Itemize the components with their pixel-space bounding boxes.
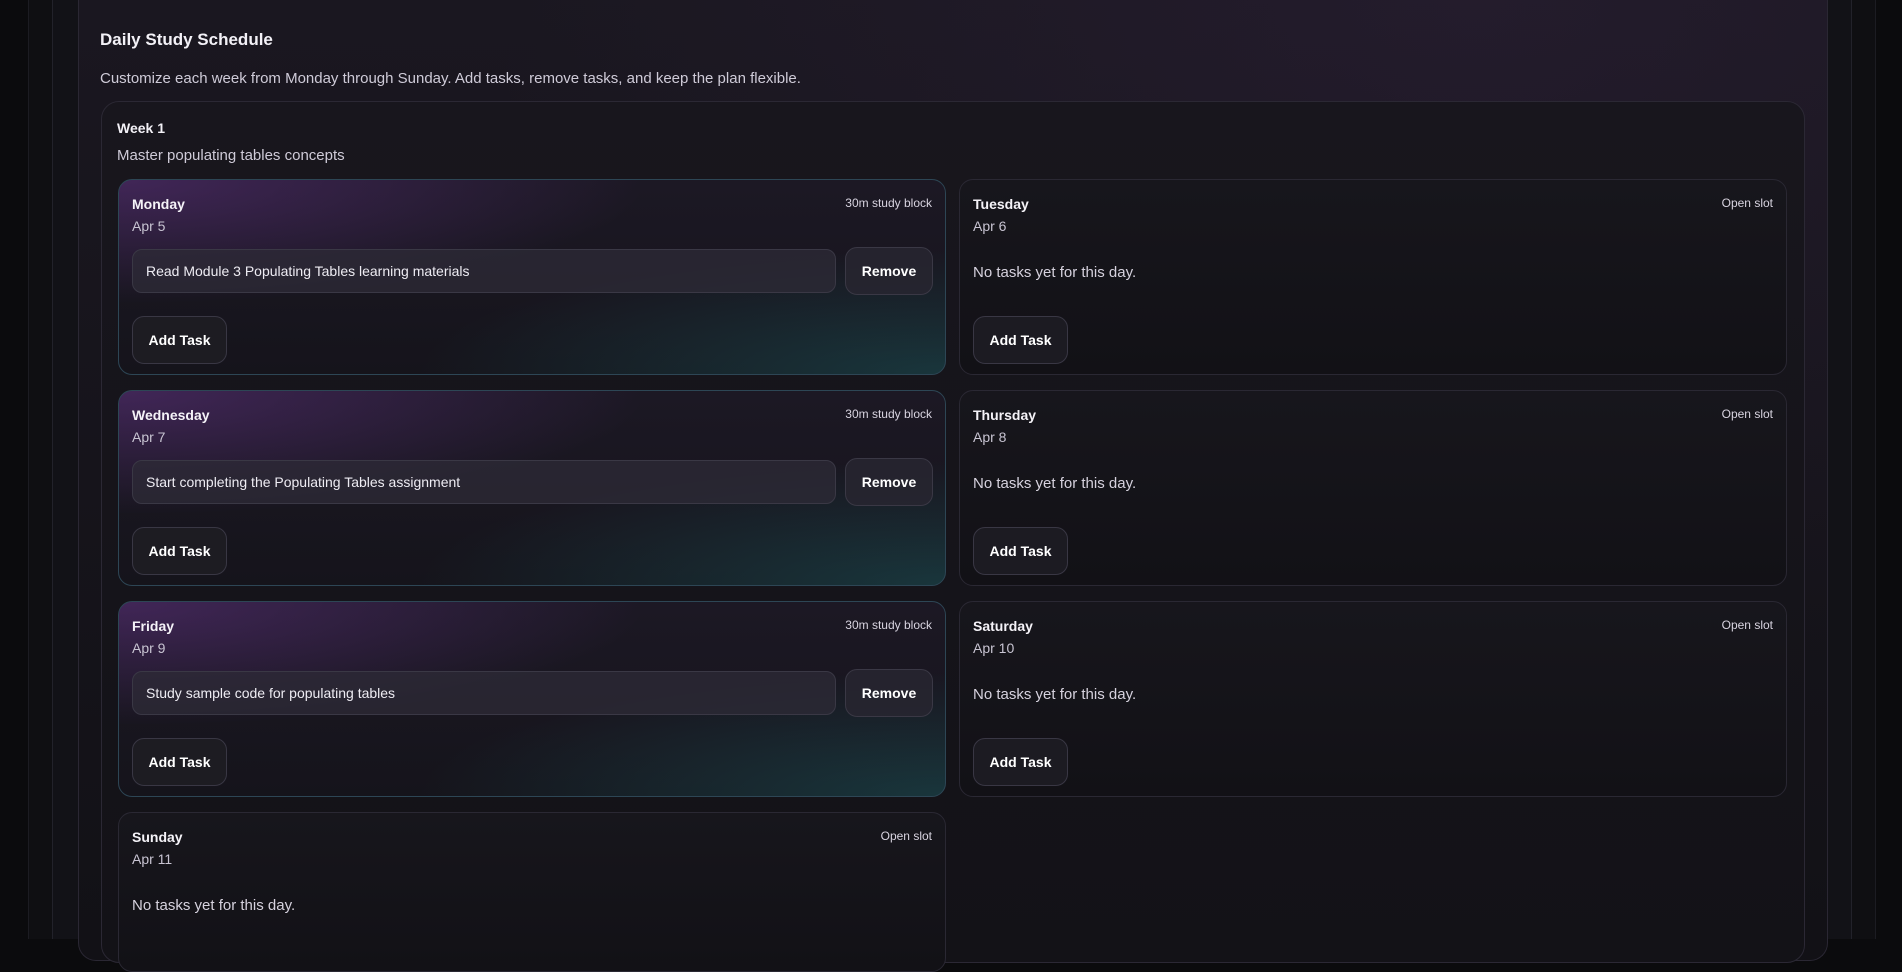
- week-goal: Master populating tables concepts: [117, 147, 345, 164]
- day-card-wednesday: Wednesday Apr 7 30m study block Remove A…: [118, 390, 946, 586]
- add-task-button[interactable]: Add Task: [973, 316, 1068, 364]
- day-name: Saturday: [973, 618, 1033, 634]
- day-date: Apr 11: [132, 851, 173, 867]
- day-status-badge: Open slot: [1721, 196, 1773, 210]
- schedule-description: Customize each week from Monday through …: [100, 70, 801, 87]
- add-task-button[interactable]: Add Task: [132, 316, 227, 364]
- task-input[interactable]: [132, 460, 836, 504]
- day-status-badge: 30m study block: [845, 618, 932, 632]
- day-status-badge: 30m study block: [845, 407, 932, 421]
- day-name: Tuesday: [973, 196, 1029, 212]
- day-date: Apr 10: [973, 640, 1015, 656]
- day-date: Apr 6: [973, 218, 1007, 234]
- day-card-tuesday: Tuesday Apr 6 Open slot No tasks yet for…: [959, 179, 1787, 375]
- add-task-button[interactable]: Add Task: [132, 738, 227, 786]
- day-date: Apr 5: [132, 218, 166, 234]
- day-date: Apr 7: [132, 429, 166, 445]
- add-task-button[interactable]: Add Task: [973, 527, 1068, 575]
- empty-day-message: No tasks yet for this day.: [973, 264, 1137, 281]
- day-name: Friday: [132, 618, 175, 634]
- day-card-saturday: Saturday Apr 10 Open slot No tasks yet f…: [959, 601, 1787, 797]
- day-card-friday: Friday Apr 9 30m study block Remove Add …: [118, 601, 946, 797]
- empty-day-message: No tasks yet for this day.: [973, 686, 1137, 703]
- day-name: Wednesday: [132, 407, 210, 423]
- remove-task-button[interactable]: Remove: [845, 669, 933, 717]
- empty-day-message: No tasks yet for this day.: [973, 475, 1137, 492]
- day-name: Thursday: [973, 407, 1037, 423]
- day-status-badge: 30m study block: [845, 196, 932, 210]
- day-status-badge: Open slot: [1721, 407, 1773, 421]
- add-task-button[interactable]: Add Task: [973, 738, 1068, 786]
- task-input[interactable]: [132, 249, 836, 293]
- day-card-thursday: Thursday Apr 8 Open slot No tasks yet fo…: [959, 390, 1787, 586]
- day-status-badge: Open slot: [880, 829, 932, 843]
- day-status-badge: Open slot: [1721, 618, 1773, 632]
- task-input[interactable]: [132, 671, 836, 715]
- day-name: Sunday: [132, 829, 183, 845]
- day-date: Apr 8: [973, 429, 1007, 445]
- remove-task-button[interactable]: Remove: [845, 247, 933, 295]
- day-name: Monday: [132, 196, 185, 212]
- empty-day-message: No tasks yet for this day.: [132, 897, 296, 914]
- schedule-title: Daily Study Schedule: [100, 30, 273, 49]
- add-task-button[interactable]: Add Task: [132, 527, 227, 575]
- day-date: Apr 9: [132, 640, 166, 656]
- week-title: Week 1: [117, 120, 165, 136]
- remove-task-button[interactable]: Remove: [845, 458, 933, 506]
- day-card-monday: Monday Apr 5 30m study block Remove Add …: [118, 179, 946, 375]
- day-card-sunday: Sunday Apr 11 Open slot No tasks yet for…: [118, 812, 946, 972]
